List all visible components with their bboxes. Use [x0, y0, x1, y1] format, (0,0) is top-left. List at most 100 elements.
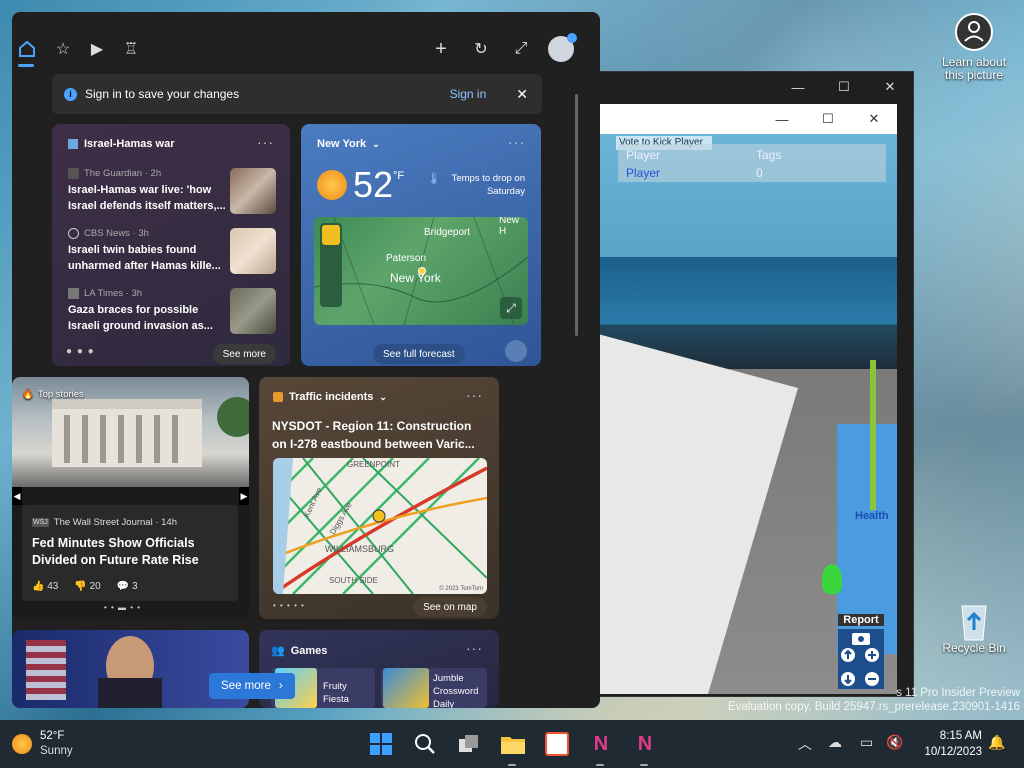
- watermark-line1: s 11 Pro Insider Preview: [896, 687, 1020, 699]
- maximize-icon[interactable]: ☐: [821, 79, 867, 95]
- comment-button[interactable]: 💬 3: [117, 581, 138, 592]
- favorites-icon[interactable]: ☆: [52, 38, 74, 60]
- add-widget-icon[interactable]: +: [430, 38, 452, 60]
- volume-muted-icon[interactable]: 🔇: [886, 734, 903, 751]
- source-logo-icon: [68, 288, 79, 299]
- games-card[interactable]: 👥 Games ··· Fruity Fiesta Jumble Crosswo…: [259, 630, 499, 708]
- weather-card[interactable]: New York ⌄ ··· 52 °F 🌡 Temps to drop on …: [301, 124, 541, 366]
- more-options-icon[interactable]: ···: [508, 134, 525, 150]
- news-card-title: Israel-Hamas war: [84, 138, 175, 150]
- puzzle-icon[interactable]: ♖: [120, 38, 142, 60]
- game-title: Fruity Fiesta: [323, 681, 349, 705]
- article-source: WSJ The Wall Street Journal · 14h: [32, 517, 177, 528]
- sign-in-link[interactable]: Sign in: [450, 87, 487, 101]
- news-card[interactable]: Israel-Hamas war ··· The Guardian · 2h I…: [52, 124, 290, 366]
- display-icon[interactable]: ▭: [860, 734, 873, 751]
- app-icon-n[interactable]: N: [587, 730, 615, 758]
- see-more-label: See more: [221, 680, 271, 692]
- map-label: New H: [499, 217, 520, 237]
- like-button[interactable]: 👍 43: [32, 581, 58, 592]
- video-icon[interactable]: ▶: [86, 38, 108, 60]
- maximize-icon[interactable]: ☐: [805, 111, 851, 127]
- more-options-icon[interactable]: ···: [466, 387, 483, 403]
- build-watermark: s 11 Pro Insider Preview Evaluation copy…: [728, 686, 1020, 714]
- close-icon[interactable]: ✕: [867, 79, 913, 95]
- pager-dots: ● ● ●: [66, 346, 95, 357]
- minimize-icon[interactable]: —: [775, 80, 821, 95]
- avatar[interactable]: [548, 33, 577, 62]
- news-see-more-button[interactable]: See more: [212, 344, 276, 364]
- map-label: GREENPOINT: [347, 460, 400, 469]
- home-icon[interactable]: [16, 38, 38, 60]
- camera-controls[interactable]: [838, 629, 884, 689]
- see-on-map-button[interactable]: See on map: [413, 597, 487, 617]
- notification-badge: [567, 33, 577, 43]
- news-topic-icon: [68, 139, 78, 149]
- more-options-icon[interactable]: ···: [257, 134, 274, 150]
- chevron-up-icon[interactable]: ︿: [798, 734, 812, 754]
- minimize-icon[interactable]: —: [759, 112, 805, 127]
- game-window[interactable]: — ☐ ✕ Vote to Kick Player Player Tags Play…: [598, 104, 897, 694]
- map-copyright: © 2023 TomTom: [439, 586, 483, 592]
- learn-about-picture-shortcut[interactable]: Learn about this picture: [934, 12, 1014, 82]
- traffic-icon: [273, 392, 283, 402]
- recycle-bin-shortcut[interactable]: Recycle Bin: [934, 598, 1014, 655]
- article-headline-line1: Fed Minutes Show Officials: [32, 536, 195, 550]
- close-icon[interactable]: ✕: [851, 111, 897, 127]
- file-explorer-icon[interactable]: [499, 730, 527, 758]
- widgets-panel[interactable]: ☆ ▶ ♖ + ↻ ⤢ i Sign in to save your chang…: [12, 12, 600, 708]
- more-options-icon[interactable]: ···: [466, 640, 483, 656]
- panel-scrollbar[interactable]: [575, 94, 578, 336]
- roblox-studio-icon[interactable]: [543, 730, 571, 758]
- game-viewport[interactable]: Vote to Kick Player Player Tags Player 0…: [598, 134, 897, 694]
- source-logo-icon: [68, 168, 79, 179]
- see-full-forecast-button[interactable]: See full forecast: [373, 344, 465, 364]
- start-button[interactable]: [367, 730, 395, 758]
- top-stories-card[interactable]: 🔥 Top stories ◀ ▶ WSJ The Wall Street Jo…: [12, 377, 249, 619]
- traffic-headline: NYSDOT - Region 11: Construction on I-27…: [272, 417, 475, 453]
- player-column-header: Player: [626, 148, 661, 162]
- running-indicator: [508, 764, 516, 766]
- dislike-button[interactable]: 👎 20: [74, 581, 100, 592]
- search-icon[interactable]: [411, 730, 439, 758]
- carousel-next-icon[interactable]: ▶: [239, 487, 249, 505]
- health-bar: [870, 360, 876, 510]
- sunny-icon: [317, 170, 347, 200]
- copilot-icon[interactable]: [505, 340, 527, 362]
- close-banner-icon[interactable]: ✕: [516, 86, 528, 103]
- player-cursor: [822, 564, 842, 594]
- taskbar-weather-widget[interactable]: 52°F Sunny: [12, 729, 73, 759]
- traffic-card[interactable]: Traffic incidents ⌄ ··· NYSDOT - Region …: [259, 377, 499, 619]
- map-label: Bridgeport: [424, 227, 471, 238]
- weather-map[interactable]: Bridgeport Paterson New York New H ⤢: [314, 217, 528, 325]
- clock[interactable]: 8:15 AM 10/12/2023: [914, 728, 982, 760]
- camera-badge-icon: [954, 12, 994, 52]
- see-more-button[interactable]: See more ›: [209, 673, 295, 699]
- recycle-bin-icon: [954, 598, 994, 641]
- game-tile[interactable]: Jumble Crossword Daily: [381, 668, 487, 708]
- chevron-down-icon: ⌄: [372, 138, 380, 149]
- traffic-map[interactable]: GREENPOINT Kent Ave Diggs Ave WILLIAMSBU…: [273, 458, 487, 594]
- health-label: Health: [855, 510, 889, 522]
- refresh-icon[interactable]: ↻: [470, 38, 492, 60]
- expand-map-icon[interactable]: ⤢: [500, 297, 522, 319]
- article-reactions: 👍 43 👎 20 💬 3: [32, 581, 138, 592]
- temperature-layer-icon[interactable]: [322, 225, 340, 245]
- report-button[interactable]: Report: [838, 614, 884, 626]
- map-layer-bar[interactable]: [320, 223, 342, 307]
- task-view-icon[interactable]: [455, 730, 483, 758]
- carousel-prev-icon[interactable]: ◀: [12, 487, 22, 505]
- learn-about-picture-label: Learn about this picture: [941, 55, 1007, 82]
- game-title: Jumble Crossword Daily: [433, 673, 479, 708]
- map-label: New York: [390, 271, 441, 285]
- info-icon: i: [64, 87, 77, 101]
- traffic-card-header[interactable]: Traffic incidents ⌄: [273, 391, 387, 403]
- player-name-cell: Player: [626, 166, 661, 180]
- top-story-article[interactable]: WSJ The Wall Street Journal · 14h Fed Mi…: [22, 505, 238, 601]
- app-icon-n-2[interactable]: N: [631, 730, 659, 758]
- weather-card-header[interactable]: New York ⌄: [317, 138, 380, 150]
- notification-bell-icon[interactable]: 🔔: [988, 734, 1005, 751]
- expand-icon[interactable]: ⤢: [510, 38, 532, 60]
- onedrive-icon[interactable]: ☁: [828, 734, 842, 751]
- clock-date: 10/12/2023: [924, 746, 982, 758]
